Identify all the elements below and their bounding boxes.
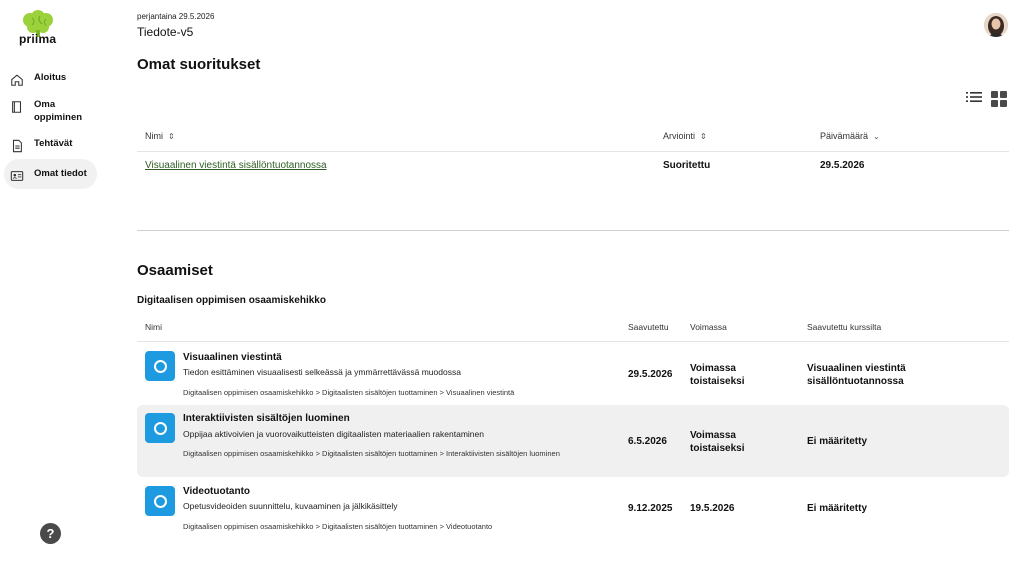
competence-title: Interaktiivisten sisältöjen luominen: [183, 413, 350, 424]
from-course-value: Ei määritetty: [807, 503, 868, 514]
date-value: 29.5.2026: [820, 160, 865, 171]
column-header-from-course: Saavutettu kurssilta: [807, 322, 882, 332]
sort-icon: ⇕: [168, 131, 175, 141]
id-card-icon: [10, 171, 24, 181]
grid-view-icon: [991, 91, 1007, 107]
table-row[interactable]: Videotuotanto Opetusvideoiden suunnittel…: [137, 479, 1009, 537]
column-header-label: Nimi: [145, 131, 163, 141]
competence-title: Videotuotanto: [183, 486, 251, 497]
sidebar-item-label: Oma oppiminen: [34, 99, 83, 123]
competence-icon: [145, 413, 175, 443]
competence-description: Tiedon esittäminen visuaalisesti selkeäs…: [183, 367, 461, 377]
section-divider: [137, 230, 1009, 231]
sidebar-item-learning[interactable]: Oma oppiminen: [4, 98, 97, 124]
column-header-label: Arviointi: [663, 131, 696, 141]
competence-icon: [145, 486, 175, 516]
brand-name: priima: [19, 32, 57, 46]
valid-value: Voimassa toistaiseksi: [690, 363, 745, 387]
competence-description: Oppijaa aktivoivien ja vuorovaikutteiste…: [183, 429, 484, 439]
list-view-button[interactable]: [966, 91, 982, 103]
site-title: Tiedote-v5: [137, 25, 194, 39]
column-header-grade[interactable]: Arviointi ⇕: [663, 131, 707, 141]
achieved-date: 6.5.2026: [628, 436, 667, 447]
competence-path: Digitaalisen oppimisen osaamiskehikko > …: [183, 449, 560, 458]
sidebar: priima Aloitus Oma oppiminen Tehtävät Om…: [0, 0, 104, 566]
column-header-date[interactable]: Päivämäärä ⌄: [820, 131, 880, 141]
sidebar-item-home[interactable]: Aloitus: [4, 71, 97, 87]
column-header-label: Päivämäärä: [820, 131, 869, 141]
avatar-photo-icon: [984, 13, 1008, 37]
help-button[interactable]: ?: [40, 523, 61, 544]
competence-description: Opetusvideoiden suunnittelu, kuvaaminen …: [183, 501, 398, 511]
divider: [137, 151, 1009, 152]
framework-title: Digitaalisen oppimisen osaamiskehikko: [137, 295, 326, 306]
competence-path: Digitaalisen oppimisen osaamiskehikko > …: [183, 388, 515, 397]
column-header-valid: Voimassa: [690, 322, 727, 332]
achieved-date: 29.5.2026: [628, 369, 673, 380]
sort-icon: ⇕: [700, 131, 707, 141]
competence-title: Visuaalinen viestintä: [183, 352, 282, 363]
course-link[interactable]: Visuaalinen viestintä sisällöntuotannoss…: [145, 160, 327, 171]
from-course-value: Visuaalinen viestintä sisällöntuotannoss…: [807, 363, 906, 387]
sidebar-item-tasks[interactable]: Tehtävät: [4, 137, 97, 153]
column-header-achieved: Saavutettu: [628, 322, 669, 332]
valid-value: Voimassa toistaiseksi: [690, 430, 745, 454]
sidebar-item-label: Tehtävät: [34, 138, 73, 149]
from-course-value: Ei määritetty: [807, 436, 868, 447]
current-date: perjantaina 29.5.2026: [137, 12, 215, 21]
column-header-name[interactable]: Nimi ⇕: [145, 131, 175, 141]
chevron-down-icon: ⌄: [873, 131, 880, 141]
list-view-icon: [966, 92, 982, 102]
grid-view-button[interactable]: [991, 91, 1007, 107]
competence-icon: [145, 351, 175, 381]
home-icon: [11, 74, 23, 86]
grade-value: Suoritettu: [663, 160, 711, 171]
table-row[interactable]: Visuaalinen viestintä Tiedon esittäminen…: [137, 343, 1009, 403]
user-avatar[interactable]: [984, 13, 1008, 37]
document-icon: [12, 139, 22, 153]
achieved-date: 9.12.2025: [628, 503, 673, 514]
sidebar-item-label: Aloitus: [34, 72, 67, 83]
table-row: Visuaalinen viestintä sisällöntuotannoss…: [145, 160, 327, 171]
sidebar-item-my-info[interactable]: Omat tiedot: [4, 159, 97, 189]
book-icon: [12, 101, 22, 113]
valid-value: 19.5.2026: [690, 503, 735, 514]
sidebar-item-label: Omat tiedot: [34, 168, 87, 179]
competence-path: Digitaalisen oppimisen osaamiskehikko > …: [183, 522, 493, 531]
divider: [137, 341, 1009, 342]
competences-title: Osaamiset: [137, 262, 213, 279]
column-header-name: Nimi: [145, 322, 162, 332]
achievements-title: Omat suoritukset: [137, 56, 261, 73]
table-row[interactable]: Interaktiivisten sisältöjen luominen Opp…: [137, 405, 1009, 477]
